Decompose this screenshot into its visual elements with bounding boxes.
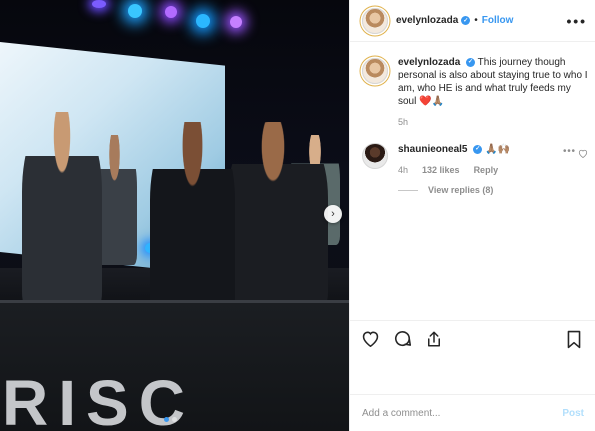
comment-input[interactable] (362, 407, 563, 419)
caption-time[interactable]: 5h (398, 116, 408, 129)
verified-check-icon: ✓ (466, 57, 476, 67)
heart-icon[interactable] (360, 329, 380, 349)
comment-body: shaunieoneal5 ✓ 🙏🏽🙌🏽 4h 132 likes Reply (398, 143, 588, 177)
post-button[interactable]: Post (562, 408, 584, 419)
bullet-separator: • (474, 15, 478, 26)
stage-light (230, 16, 242, 28)
comment-time[interactable]: 4h (398, 164, 408, 177)
bookmark-icon[interactable] (564, 329, 584, 349)
avatar[interactable] (362, 143, 388, 169)
follow-button[interactable]: Follow (482, 15, 514, 26)
comment-meta: 4h 132 likes Reply (398, 164, 588, 177)
comment-likes[interactable]: 132 likes (422, 164, 460, 177)
view-replies-button[interactable]: View replies (8) (398, 185, 588, 195)
caption-username[interactable]: evelynlozada (398, 57, 460, 68)
caption-emoji: ❤️🙏🏽 (419, 96, 445, 107)
post-panel: evelynlozada ✓ • Follow • • • evelynloza… (349, 0, 595, 431)
list-item: shaunieoneal5 ✓ 🙏🏽🙌🏽 4h 132 likes Reply … (362, 143, 588, 177)
carousel-next-icon[interactable]: › (324, 205, 342, 223)
reply-button[interactable]: Reply (474, 164, 499, 177)
view-replies-label: View replies (8) (428, 185, 494, 195)
comment-options-icon[interactable]: • • • (563, 146, 575, 157)
carousel-dot (172, 417, 177, 422)
stage-light (165, 6, 177, 18)
comment-username[interactable]: shaunieoneal5 (398, 144, 467, 155)
carousel-dots (164, 417, 177, 422)
caption: evelynlozada ✓ This journey though perso… (362, 56, 588, 129)
post-photo[interactable]: RISC › (0, 0, 349, 431)
person-right-man (228, 122, 328, 312)
caption-meta: 5h (398, 116, 588, 129)
stage-light (128, 4, 142, 18)
verified-check-icon: ✓ (461, 16, 471, 25)
comments-list: evelynlozada ✓ This journey though perso… (362, 56, 588, 195)
comment-text: 🙏🏽🙌🏽 (485, 144, 510, 155)
avatar[interactable] (362, 7, 388, 34)
caption-body: evelynlozada ✓ This journey though perso… (398, 56, 588, 129)
verified-check-icon: ✓ (473, 144, 483, 154)
more-horizontal-icon[interactable]: • • • (567, 13, 586, 29)
post-header: evelynlozada ✓ • Follow • • • (350, 0, 595, 42)
avatar[interactable] (362, 58, 388, 84)
stage-light (92, 0, 106, 8)
stage-light (196, 14, 210, 28)
comment-icon[interactable] (392, 329, 412, 349)
divider (398, 189, 418, 191)
comment-composer: Post (350, 394, 595, 431)
action-bar (350, 320, 595, 356)
person-center (150, 122, 235, 317)
post-username[interactable]: evelynlozada (396, 15, 458, 26)
comment-like-icon[interactable] (578, 149, 588, 160)
share-icon[interactable] (424, 329, 444, 349)
person-left-woman (22, 112, 102, 312)
carousel-dot (164, 417, 169, 422)
